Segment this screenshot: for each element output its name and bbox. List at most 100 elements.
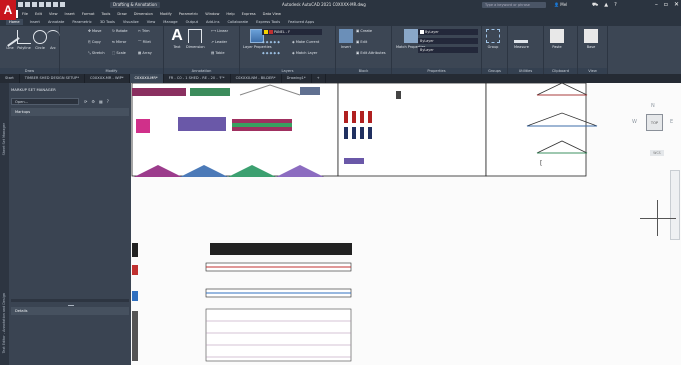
circle-tool[interactable]: Circle — [33, 30, 47, 50]
help-icon[interactable]: ? — [614, 2, 617, 8]
menu-item[interactable]: Tools — [102, 12, 111, 16]
rotate-tool[interactable]: ↻ Rotate — [112, 29, 128, 33]
palette-strip[interactable]: Sheet Set Manager Text Editor - Annotati… — [0, 83, 9, 365]
layer-tools-row1[interactable]: ◆ ◆ ◆ ◆ ◆ — [262, 40, 280, 44]
ribbon-tab[interactable]: Featured Apps — [287, 20, 315, 24]
move-tool[interactable]: ✥ Move — [88, 29, 101, 33]
menu-item[interactable]: Window — [205, 12, 219, 16]
settings-icon[interactable]: ⚙ — [91, 99, 95, 104]
menu-item[interactable]: Modify — [160, 12, 172, 16]
create-block-tool[interactable]: ▣ Create — [356, 29, 372, 33]
markups-section[interactable]: Markups — [11, 108, 129, 116]
autodesk-a360-icon[interactable]: ▲ — [604, 2, 608, 8]
copy-tool[interactable]: ⎘ Copy — [88, 40, 101, 44]
view-toggle-icon[interactable]: ▦ — [99, 99, 103, 104]
table-tool[interactable]: ▤ Table — [211, 51, 224, 55]
splitter-handle[interactable] — [68, 305, 74, 306]
ribbon-tab[interactable]: Visualize — [122, 20, 140, 24]
match-layer-tool[interactable]: ◈ Match Layer — [292, 51, 317, 55]
new-tab-button[interactable]: + — [312, 74, 326, 83]
workspace-switcher[interactable]: Drafting & Annotation — [110, 2, 160, 8]
base-tool[interactable]: Base — [584, 29, 598, 49]
text-tool[interactable]: A Text — [170, 28, 184, 50]
autocad-logo[interactable]: A — [0, 0, 16, 20]
insert-tool[interactable]: Insert — [339, 29, 353, 49]
menu-item[interactable]: Data View — [263, 12, 281, 16]
lineweight-dropdown[interactable]: ByLayer — [418, 47, 478, 53]
open-icon[interactable] — [25, 2, 30, 7]
saveas-icon[interactable] — [39, 2, 44, 7]
open-dropdown[interactable]: Open... — [11, 98, 79, 105]
plot-icon[interactable] — [46, 2, 51, 7]
menu-item[interactable]: Draw — [117, 12, 126, 16]
ribbon-tab[interactable]: Collaborate — [226, 20, 249, 24]
ribbon-tab[interactable]: Output — [185, 20, 199, 24]
scale-tool[interactable]: ⬚ Scale — [112, 51, 126, 55]
trim-tool[interactable]: ✂ Trim — [138, 29, 150, 33]
document-tab[interactable]: FR - C0 - 1 SHED - RE - 20 - 'F'* — [164, 74, 231, 83]
ribbon-tab[interactable]: View — [146, 20, 157, 24]
group-tool[interactable]: Group — [486, 29, 500, 49]
save-icon[interactable] — [32, 2, 37, 7]
ribbon-tab[interactable]: Add-ins — [205, 20, 220, 24]
menu-item[interactable]: Edit — [35, 12, 42, 16]
measure-tool[interactable]: Measure — [514, 29, 529, 49]
ribbon-tab[interactable]: Parametric — [71, 20, 92, 24]
ribbon-tab[interactable]: 3D Tools — [99, 20, 116, 24]
polyline-tool[interactable]: Polyline — [17, 30, 31, 50]
linetype-dropdown[interactable]: ByLayer — [418, 38, 478, 44]
undo-icon[interactable] — [53, 2, 58, 7]
layer-dropdown[interactable]: PANEL - F — [262, 29, 322, 35]
details-section[interactable]: Details — [11, 307, 129, 315]
document-tab[interactable]: Start — [0, 74, 20, 83]
document-tab[interactable]: C0XXXX-NM - BILDER* — [231, 74, 282, 83]
menu-item[interactable]: Format — [82, 12, 95, 16]
document-tab[interactable]: C0XXXX-MR* — [129, 74, 164, 83]
edit-block-tool[interactable]: ▣ Edit — [356, 40, 367, 44]
maximize-icon[interactable]: ▫ — [664, 1, 668, 8]
stretch-label: Stretch — [91, 51, 105, 55]
menu-item[interactable]: View — [49, 12, 58, 16]
cart-icon[interactable]: ⛟ — [592, 2, 598, 8]
document-tab[interactable]: TIMBER SHED DESIGN SETUP* — [20, 74, 86, 83]
mirror-tool[interactable]: ⇋ Mirror — [112, 40, 126, 44]
line-tool[interactable]: Line — [0, 27, 20, 50]
color-dropdown[interactable]: ByLayer — [418, 29, 478, 35]
layer-tools-row2[interactable]: ◆ ◆ ◆ ◆ ◆ — [262, 51, 280, 55]
linear-tool[interactable]: ⟷ Linear — [211, 29, 228, 33]
new-icon[interactable] — [18, 2, 23, 7]
arc-tool[interactable]: Arc — [46, 30, 60, 50]
ribbon-tab[interactable]: Annotate — [47, 20, 65, 24]
ribbon-tab[interactable]: Insert — [29, 20, 41, 24]
array-tool[interactable]: ▦ Array — [138, 51, 152, 55]
make-current-tool[interactable]: ◈ Make Current — [292, 40, 319, 44]
menu-item[interactable]: Parametric — [179, 12, 198, 16]
ribbon-tab[interactable]: Manage — [162, 20, 178, 24]
stretch-tool[interactable]: ⤡ Stretch — [88, 51, 105, 55]
cube-top-face[interactable]: TOP — [646, 114, 663, 131]
close-icon[interactable]: ✕ — [674, 1, 679, 8]
edit-attributes-tool[interactable]: ▣ Edit Attributes — [356, 51, 386, 55]
document-tab[interactable]: Drawing1* — [282, 74, 312, 83]
menu-item[interactable]: Help — [226, 12, 234, 16]
fillet-tool[interactable]: ⌒ Fillet — [138, 40, 151, 45]
menu-item[interactable]: File — [22, 12, 28, 16]
viewcube[interactable]: N W E TOP — [632, 103, 676, 147]
ribbon-tab[interactable]: Express Tools — [255, 20, 281, 24]
user-account[interactable]: 👤 Mel — [554, 2, 567, 8]
refresh-icon[interactable]: ⟳ — [84, 99, 87, 104]
menu-item[interactable]: Dimension — [134, 12, 153, 16]
minimize-icon[interactable]: – — [655, 1, 658, 8]
splitter[interactable] — [11, 299, 129, 302]
search-input[interactable]: Type a keyword or phrase — [482, 2, 546, 8]
menu-item[interactable]: Insert — [65, 12, 75, 16]
help-icon[interactable]: ? — [107, 99, 109, 104]
document-tab[interactable]: C0XXXX-MR - WIP* — [85, 74, 130, 83]
redo-icon[interactable] — [60, 2, 65, 7]
menu-item[interactable]: Express — [242, 12, 256, 16]
dimension-tool[interactable]: Dimension — [186, 29, 205, 49]
paste-tool[interactable]: Paste — [550, 29, 564, 49]
wcs-menu[interactable]: WCS — [650, 150, 664, 156]
navigation-bar[interactable] — [670, 170, 680, 240]
leader-tool[interactable]: ↗ Leader — [211, 40, 227, 44]
